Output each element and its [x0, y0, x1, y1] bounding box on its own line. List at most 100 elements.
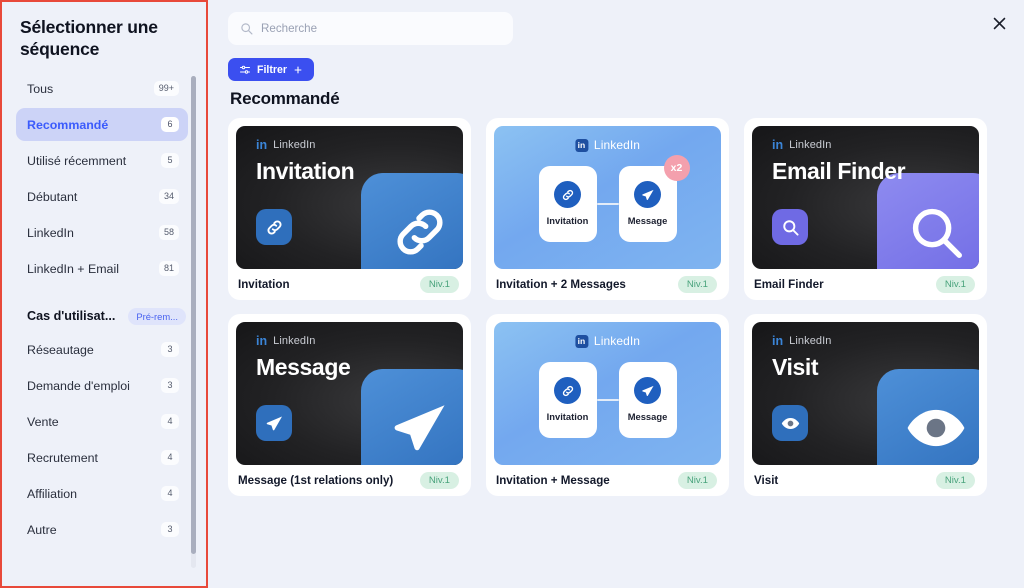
sidebar-item-utilis-r-cemment[interactable]: Utilisé récemment 5	[16, 144, 188, 177]
sidebar-item-linkedin-email[interactable]: LinkedIn + Email 81	[16, 252, 188, 285]
linkedin-icon: in	[574, 334, 588, 348]
sidebar-item-count: 5	[161, 153, 179, 168]
sidebar-item-label: Recommandé	[27, 117, 109, 132]
sidebar-item-recommand[interactable]: Recommandé 6	[16, 108, 188, 141]
level-badge: Niv.1	[419, 471, 459, 490]
level-badge: Niv.1	[677, 471, 717, 490]
flow-node: x2 Message	[618, 154, 690, 242]
main-content: Recherche Filtrer Recommandé in LinkedIn…	[208, 0, 1024, 588]
linkedin-label: in LinkedIn	[574, 138, 641, 152]
sidebar-usecase-count: 3	[161, 522, 179, 537]
search-input[interactable]: Recherche	[228, 12, 513, 45]
sidebar-item-label: Débutant	[27, 189, 78, 204]
sidebar-item-count: 6	[161, 117, 179, 132]
sidebar-usecase-label: Affiliation	[27, 486, 78, 501]
sidebar-item-tous[interactable]: Tous 99+	[16, 72, 188, 105]
card-icon-small	[772, 405, 808, 441]
sequence-card[interactable]: in LinkedIn Invitation x2 Message Invita…	[486, 118, 729, 300]
card-footer: Message (1st relations only) Niv.1	[236, 465, 463, 496]
card-title: Email Finder	[754, 278, 824, 291]
platform-name: LinkedIn	[789, 139, 832, 152]
card-footer: Email Finder Niv.1	[752, 269, 979, 300]
level-badge: Niv.1	[419, 275, 459, 294]
card-title: Invitation + 2 Messages	[496, 278, 626, 291]
eye-icon	[907, 409, 965, 447]
card-icon-large	[361, 173, 463, 269]
page-title: Sélectionner une séquence	[20, 17, 158, 60]
filter-button-label: Filtrer	[257, 63, 288, 76]
card-thumbnail: in LinkedIn Message	[236, 322, 463, 465]
flow-node-icon	[554, 181, 581, 208]
filter-button[interactable]: Filtrer	[228, 58, 315, 81]
link-icon	[562, 385, 573, 396]
platform-name: LinkedIn	[273, 139, 316, 152]
card-footer: Invitation + 2 Messages Niv.1	[494, 269, 721, 300]
sidebar-scrollbar-thumb[interactable]	[191, 76, 196, 554]
sidebar-item-label: LinkedIn	[27, 225, 74, 240]
sidebar-item-d-butant[interactable]: Débutant 34	[16, 180, 188, 213]
sidebar-usecase-count: 4	[161, 450, 179, 465]
sequence-card[interactable]: in LinkedIn Invitation Invitation Niv.1	[228, 118, 471, 300]
card-thumb-title: Invitation	[256, 158, 355, 184]
section-title: Recommandé	[230, 89, 340, 108]
sidebar-usecase-recrutement[interactable]: Recrutement 4	[16, 441, 188, 474]
search-placeholder: Recherche	[261, 22, 318, 35]
card-title: Invitation	[238, 278, 290, 291]
linkedin-icon: in	[256, 334, 268, 348]
sidebar: Sélectionner une séquence Tous 99+ Recomma…	[0, 0, 208, 588]
card-title: Message (1st relations only)	[238, 474, 394, 487]
sidebar-item-linkedin[interactable]: LinkedIn 58	[16, 216, 188, 249]
search-icon	[241, 23, 253, 35]
sidebar-usecase-demande-d-emploi[interactable]: Demande d'emploi 3	[16, 369, 188, 402]
sidebar-usecase-vente[interactable]: Vente 4	[16, 405, 188, 438]
sequence-card[interactable]: in LinkedIn Email Finder Email Finder Ni…	[744, 118, 987, 300]
sidebar-item-count: 58	[158, 225, 179, 240]
linkedin-label: in LinkedIn	[256, 139, 316, 152]
eye-icon	[781, 417, 799, 429]
flow-node-icon	[554, 377, 581, 404]
card-thumbnail: in LinkedIn Invitation	[236, 126, 463, 269]
sidebar-item-label: LinkedIn + Email	[27, 261, 119, 276]
sidebar-item-label: Utilisé récemment	[27, 153, 127, 168]
card-thumb-title: Visit	[772, 354, 819, 380]
platform-name: LinkedIn	[593, 334, 641, 348]
platform-name: LinkedIn	[593, 138, 641, 152]
sidebar-item-label: Tous	[27, 81, 54, 96]
flow-node: Invitation	[538, 165, 597, 242]
level-badge: Niv.1	[935, 275, 975, 294]
card-icon-large	[877, 173, 979, 269]
send-icon	[641, 189, 654, 200]
level-badge: Niv.1	[935, 471, 975, 490]
flow-node-label: Invitation	[546, 411, 589, 422]
flow-node-icon	[634, 181, 661, 208]
card-thumb-title: Message	[256, 354, 351, 380]
flow-connector	[596, 202, 619, 205]
close-button[interactable]	[984, 8, 1014, 38]
sidebar-usecase-label: Réseautage	[27, 342, 94, 357]
card-footer: Visit Niv.1	[752, 465, 979, 496]
card-thumbnail: in LinkedIn Invitation Message	[494, 322, 721, 465]
send-icon	[266, 416, 282, 430]
sidebar-usecase-count: 4	[161, 414, 179, 429]
sidebar-item-count: 34	[158, 189, 179, 204]
sidebar-usecase-label: Demande d'emploi	[27, 378, 130, 393]
sequence-card[interactable]: in LinkedIn Visit Visit Niv.1	[744, 314, 987, 496]
linkedin-icon: in	[256, 138, 268, 152]
link-icon	[397, 209, 443, 255]
sidebar-usecase-count: 3	[161, 378, 179, 393]
sidebar-usecase-label: Recrutement	[27, 450, 98, 465]
sequence-card[interactable]: in LinkedIn Invitation Message Invitatio…	[486, 314, 729, 496]
card-icon-small	[772, 209, 808, 245]
sidebar-scrollbar[interactable]	[191, 76, 196, 568]
flow-node-label: Message	[627, 215, 668, 226]
send-icon	[641, 385, 654, 396]
sidebar-usecase-affiliation[interactable]: Affiliation 4	[16, 477, 188, 510]
card-thumbnail: in LinkedIn Invitation x2 Message	[494, 126, 721, 269]
flow-node-label: Message	[627, 411, 668, 422]
flow-node-label: Invitation	[546, 215, 589, 226]
card-icon-small	[256, 405, 292, 441]
sidebar-usecase-autre[interactable]: Autre 3	[16, 513, 188, 546]
sequence-card[interactable]: in LinkedIn Message Message (1st relatio…	[228, 314, 471, 496]
search-icon	[782, 219, 799, 236]
sidebar-usecase-r-seautage[interactable]: Réseautage 3	[16, 333, 188, 366]
